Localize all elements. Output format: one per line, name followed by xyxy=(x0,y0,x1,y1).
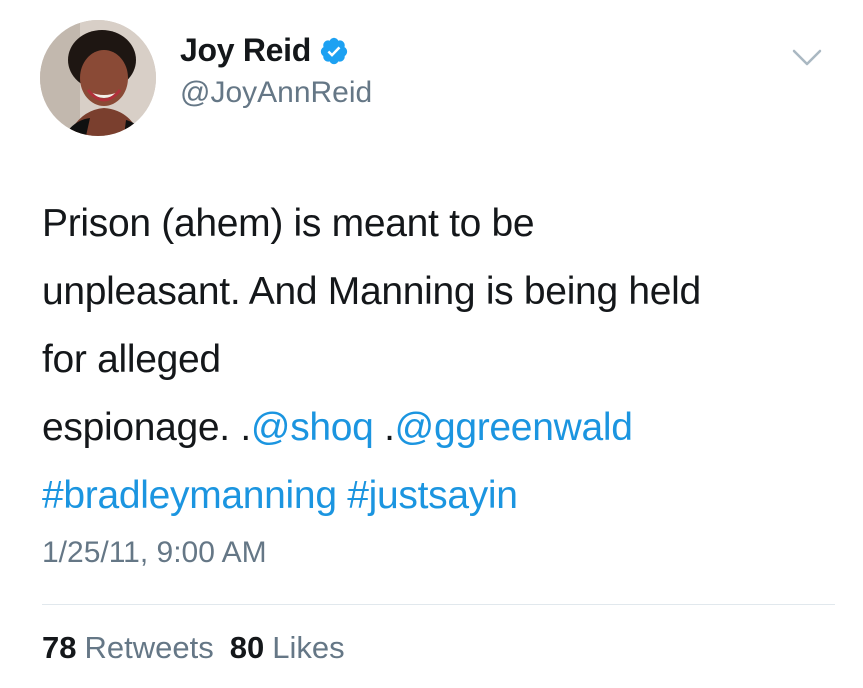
tweet-text-line: Prison (ahem) is meant to be xyxy=(42,202,535,245)
likes-stat[interactable]: 80 Likes xyxy=(230,630,345,666)
avatar-photo xyxy=(40,20,156,136)
retweets-count: 78 xyxy=(42,630,77,665)
likes-label: Likes xyxy=(272,630,345,665)
mention-link-shoq[interactable]: @shoq xyxy=(251,406,374,449)
retweets-label: Retweets xyxy=(84,630,214,665)
tweet-text-line: #bradleymanning #justsayin xyxy=(42,462,832,530)
tweet-text: Prison (ahem) is meant to be unpleasant.… xyxy=(42,190,832,530)
author-name-row: Joy Reid xyxy=(180,32,349,69)
hashtag-link-justsayin[interactable]: #justsayin xyxy=(347,474,518,517)
tweet-text-line: espionage. .@shoq .@ggreenwald xyxy=(42,394,832,462)
tweet-text-segment: espionage. . xyxy=(42,406,251,449)
verified-badge-icon xyxy=(319,36,349,66)
author-display-name[interactable]: Joy Reid xyxy=(180,32,311,69)
author-handle[interactable]: @JoyAnnReid xyxy=(180,76,372,110)
likes-count: 80 xyxy=(229,630,265,665)
chevron-down-icon[interactable] xyxy=(790,46,824,70)
retweets-stat[interactable]: 78 Retweets xyxy=(42,630,214,666)
tweet-card: Joy Reid @JoyAnnReid Prison (ahem) is me… xyxy=(0,0,863,688)
tweet-text-line: for alleged xyxy=(42,338,221,381)
tweet-timestamp[interactable]: 1/25/11, 9:00 AM xyxy=(42,536,267,570)
tweet-text-segment xyxy=(337,474,348,517)
avatar[interactable] xyxy=(40,20,156,136)
hashtag-link-bradleymanning[interactable]: #bradleymanning xyxy=(42,474,337,517)
tweet-stats: 78 Retweets 80 Likes xyxy=(42,630,345,666)
divider xyxy=(42,604,835,605)
mention-link-ggreenwald[interactable]: @ggreenwald xyxy=(395,406,633,449)
tweet-text-segment: . xyxy=(373,406,395,449)
tweet-text-line: unpleasant. And Manning is being held xyxy=(42,270,701,313)
